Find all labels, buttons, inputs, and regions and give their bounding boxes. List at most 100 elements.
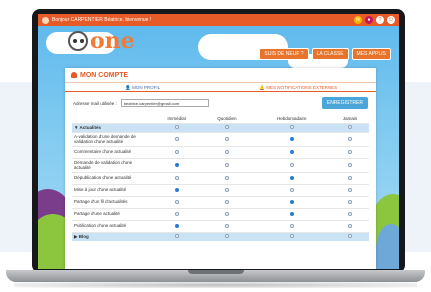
radio-button[interactable] [348,175,353,180]
radio-button[interactable] [174,125,179,129]
radio-cell [152,183,202,196]
radio-button[interactable] [224,162,229,167]
group-row[interactable]: ▼ Actualités [72,122,369,132]
radio-button[interactable] [348,162,353,167]
radio-cell [201,183,253,196]
radio-button[interactable] [289,211,294,216]
group-label-text: Blog [78,234,89,239]
top-bar: Bonjour CARPENTIER Béatrice, bienvenue !… [38,14,399,26]
email-label: Adresse mail utilisée : [73,100,117,106]
column-header: Hebdomadaire [276,115,307,121]
radio-button[interactable] [174,175,179,180]
table-header: Immédiat Quotidien Hebdomadaire Jamais [72,114,369,123]
group-radio-cell [152,231,202,241]
laptop-notch [188,270,244,274]
radio-cell [252,219,332,232]
save-button[interactable]: ENREGISTRER [321,97,368,109]
column-header: Quotidien [217,115,237,121]
radio-button[interactable] [348,223,353,228]
power-icon[interactable]: ⏻ [387,16,395,24]
mail-icon[interactable]: ✉ [354,16,362,24]
radio-button[interactable] [289,149,294,154]
radio-button[interactable] [174,211,179,216]
radio-button[interactable] [174,149,179,154]
account-panel: MON COMPTE 👤 MON PROFIL 🔔 MES NOTIFICATI… [65,68,376,269]
radio-button[interactable] [289,234,294,239]
radio-cell [331,145,369,158]
radio-button[interactable] [174,187,179,192]
row-label: Demande de validation d'une actualité [72,157,152,172]
radio-button[interactable] [224,234,229,239]
row-label: Dépublication d'une actualité [72,171,152,184]
radio-button[interactable] [174,223,179,228]
radio-button[interactable] [174,234,179,239]
radio-button[interactable] [224,149,229,154]
greeting-text: Bonjour CARPENTIER Béatrice, bienvenue ! [52,17,152,23]
radio-button[interactable] [224,187,229,192]
radio-cell [152,157,202,172]
avatar[interactable] [42,16,49,24]
my-apps-button[interactable]: MES APPLIS [351,48,391,60]
group-label: ▼ Actualités [72,122,152,132]
group-radio-cell [152,122,202,132]
help-icon[interactable]: ? [376,16,384,24]
radio-button[interactable] [289,136,294,141]
radio-button[interactable] [348,234,353,239]
user-icon[interactable]: ● [365,16,373,24]
radio-cell [331,131,369,146]
group-radio-cell [331,231,369,241]
radio-button[interactable] [348,211,353,216]
table-row: Mise à jour d'une actualité [72,183,369,196]
radio-cell [331,219,369,232]
radio-button[interactable] [224,223,229,228]
row-label: Partage d'une actualité [72,207,152,220]
radio-button[interactable] [174,136,179,141]
group-label: ▶ Blog [72,231,152,241]
radio-cell [201,131,253,146]
email-field[interactable]: beatrice.carpentier@gmail.com [120,99,209,107]
radio-button[interactable] [289,187,294,192]
radio-cell [201,145,253,158]
row-label: A-validation d'une demande de validation… [72,131,152,146]
radio-button[interactable] [289,125,294,129]
radio-button[interactable] [289,162,294,167]
row-label: Mise à jour d'une actualité [72,183,152,196]
radio-button[interactable] [348,199,353,204]
radio-cell [201,157,253,172]
radio-button[interactable] [348,149,353,154]
tab-profile[interactable]: 👤 MON PROFIL [65,83,221,91]
radio-button[interactable] [224,136,229,141]
radio-cell [331,171,369,184]
page-title: MON COMPTE [65,68,376,83]
radio-cell [152,219,202,232]
radio-button[interactable] [174,199,179,204]
radio-cell [152,171,202,184]
mascot-icon [68,31,88,51]
class-button[interactable]: LA CLASSE [311,48,349,60]
radio-button[interactable] [224,199,229,204]
column-header: Immédiat [167,115,186,121]
radio-button[interactable] [348,136,353,141]
tab-notifications[interactable]: 🔔 MES NOTIFICATIONS EXTERNES [221,83,377,91]
whats-new-button[interactable]: SUIS DE NEUF ? [259,48,309,60]
radio-button[interactable] [224,125,229,129]
radio-button[interactable] [289,199,294,204]
group-row[interactable]: ▶ Blog [72,231,369,241]
radio-cell [201,219,253,232]
radio-button[interactable] [174,162,179,167]
radio-button[interactable] [224,175,229,180]
page-title-text: MON COMPTE [80,71,129,79]
radio-button[interactable] [289,223,294,228]
radio-cell [331,157,369,172]
radio-cell [201,171,253,184]
row-label: Commentaire d'une actualité [72,145,152,158]
group-radio-cell [201,231,253,241]
radio-button[interactable] [348,187,353,192]
radio-cell [152,145,202,158]
radio-button[interactable] [224,211,229,216]
tab-profile-label: MON PROFIL [132,85,161,90]
row-label: Publication d'une actualité [72,219,152,232]
radio-button[interactable] [289,175,294,180]
radio-button[interactable] [348,125,353,129]
one-logo[interactable]: one [68,28,135,54]
